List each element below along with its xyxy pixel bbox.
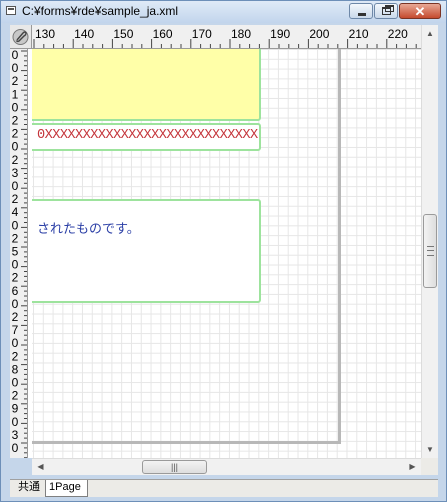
restore-icon-front xyxy=(382,7,391,15)
ruler-label: 200 xyxy=(309,27,329,41)
horizontal-scroll-thumb[interactable]: ||| xyxy=(142,460,207,474)
ruler-label: 0 xyxy=(12,61,19,75)
title-bar[interactable]: C:¥forms¥rde¥sample_ja.xml ✕ xyxy=(1,1,446,23)
ruler-label: 2 xyxy=(12,310,19,324)
ruler-label: 2 xyxy=(12,74,19,88)
ruler-label: 3 xyxy=(12,166,19,180)
selected-field-frame[interactable] xyxy=(32,49,261,121)
vertical-ruler: 0021022023024025026027028029030 xyxy=(10,49,28,458)
text-field-frame[interactable]: されたものです。 xyxy=(32,199,261,303)
ruler-label: 130 xyxy=(35,27,55,41)
ruler-label: 0 xyxy=(12,100,19,114)
horizontal-ruler-scale: 130 140 150 160 170 180 190 200 210 220 xyxy=(33,27,417,48)
grip-icon xyxy=(427,246,434,256)
ruler-label: 0 xyxy=(12,336,19,350)
ruler-label: 2 xyxy=(12,127,19,141)
design-canvas[interactable]: 0XXXXXXXXXXXXXXXXXXXXXXXXXXXX されたものです。 xyxy=(32,49,421,458)
ruler-label: 190 xyxy=(270,27,290,41)
ruler-label: 0 xyxy=(12,49,19,62)
page-tab-bar: 共通 1Page xyxy=(10,479,438,497)
paperclip-icon xyxy=(12,29,29,45)
ruler-label: 0 xyxy=(12,218,19,232)
ruler-label: 0 xyxy=(12,441,19,455)
repeat-field-text: 0XXXXXXXXXXXXXXXXXXXXXXXXXXXX xyxy=(37,128,258,143)
ruler-label: 2 xyxy=(12,271,19,285)
ruler-label: 140 xyxy=(74,27,94,41)
ruler-label: 2 xyxy=(12,114,19,128)
ruler-label: 180 xyxy=(231,27,251,41)
ruler-label: 2 xyxy=(12,231,19,245)
ruler-label: 0 xyxy=(12,297,19,311)
close-icon: ✕ xyxy=(414,4,426,19)
scroll-right-arrow-icon[interactable]: ▶ xyxy=(404,459,421,475)
ruler-label: 170 xyxy=(192,27,212,41)
vertical-scroll-thumb[interactable] xyxy=(423,214,437,288)
scroll-down-arrow-icon[interactable]: ▼ xyxy=(422,441,438,458)
ruler-label: 5 xyxy=(12,245,19,259)
vertical-ruler-scale: 0021022023024025026027028029030 xyxy=(12,49,27,458)
window-title: C:¥forms¥rde¥sample_ja.xml xyxy=(22,4,179,18)
tab-common[interactable]: 共通 xyxy=(15,480,43,497)
ruler-label: 4 xyxy=(12,205,19,219)
ruler-label: 160 xyxy=(153,27,173,41)
ruler-label: 7 xyxy=(12,323,19,337)
window-menu-icon[interactable] xyxy=(6,6,16,15)
document-view: 130 140 150 160 170 180 190 200 210 220 002102202… xyxy=(10,25,421,458)
ruler-label: 2 xyxy=(12,153,19,167)
horizontal-ruler: 130 140 150 160 170 180 190 200 210 220 xyxy=(32,25,421,49)
minimize-button[interactable] xyxy=(349,3,373,19)
maximize-button[interactable] xyxy=(374,3,398,19)
ruler-label: 9 xyxy=(12,402,19,416)
ruler-label: 150 xyxy=(113,27,133,41)
vertical-scrollbar[interactable]: ▲ ▼ xyxy=(421,25,438,458)
ruler-label: 0 xyxy=(12,140,19,154)
text-field-content: されたものです。 xyxy=(37,222,140,237)
ruler-label: 0 xyxy=(12,179,19,193)
ruler-label: 0 xyxy=(12,376,19,390)
tab-1page[interactable]: 1Page xyxy=(45,480,88,497)
ruler-label: 220 xyxy=(388,27,408,41)
ruler-label: 0 xyxy=(12,415,19,429)
ruler-label: 3 xyxy=(12,428,19,442)
ruler-label: 2 xyxy=(12,349,19,363)
ruler-label: 2 xyxy=(12,192,19,206)
ruler-label: 1 xyxy=(12,87,19,101)
ruler-label: 2 xyxy=(12,389,19,403)
ruler-corner[interactable] xyxy=(10,25,32,49)
minimize-icon xyxy=(358,13,366,16)
close-button[interactable]: ✕ xyxy=(399,3,441,19)
horizontal-scrollbar[interactable]: ◀ ||| ▶ xyxy=(32,458,421,475)
ruler-label: 6 xyxy=(12,284,19,298)
app-window: C:¥forms¥rde¥sample_ja.xml ✕ 130 140 150 16… xyxy=(0,0,447,502)
scroll-up-arrow-icon[interactable]: ▲ xyxy=(422,25,438,42)
size-box xyxy=(421,458,438,475)
repeat-field-frame[interactable]: 0XXXXXXXXXXXXXXXXXXXXXXXXXXXX xyxy=(32,123,261,151)
ruler-label: 210 xyxy=(349,27,369,41)
scroll-left-arrow-icon[interactable]: ◀ xyxy=(32,459,49,475)
ruler-label: 0 xyxy=(12,258,19,272)
ruler-label: 8 xyxy=(12,362,19,376)
